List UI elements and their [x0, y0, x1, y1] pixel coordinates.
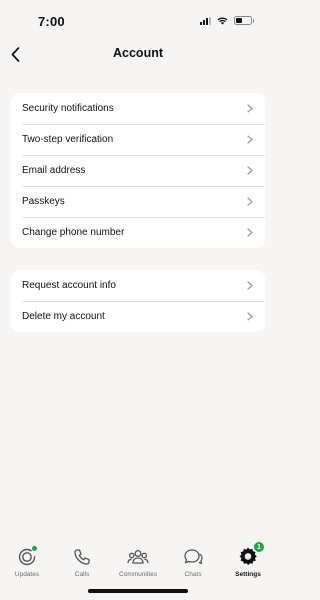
row-label: Request account info [22, 280, 116, 291]
chevron-right-icon [247, 228, 253, 237]
tab-label: Updates [14, 571, 40, 578]
battery-icon [234, 16, 254, 25]
tab-label: Communities [119, 571, 157, 578]
chevron-right-icon [247, 312, 253, 321]
row-label: Delete my account [22, 311, 105, 322]
settings-icon: 1 [237, 541, 265, 568]
email-address-row[interactable]: Email address [11, 155, 265, 186]
tab-label: Chats [184, 571, 202, 578]
chevron-right-icon [247, 104, 253, 113]
security-notifications-row[interactable]: Security notifications [11, 93, 265, 124]
change-phone-number-row[interactable]: Change phone number [11, 217, 265, 248]
row-label: Change phone number [22, 227, 125, 238]
passkeys-row[interactable]: Passkeys [11, 186, 265, 217]
communities-icon [127, 546, 149, 568]
cellular-signal-icon [200, 16, 211, 25]
row-label: Two-step verification [22, 134, 114, 145]
page-title: Account [113, 46, 163, 60]
updates-icon [16, 546, 38, 568]
tab-label: Settings [235, 571, 261, 578]
request-account-info-row[interactable]: Request account info [11, 270, 265, 301]
chevron-right-icon [247, 197, 253, 206]
tab-calls[interactable]: Calls [55, 546, 109, 578]
chats-icon [182, 546, 204, 568]
navigation-bar: Account [0, 40, 276, 68]
row-label: Email address [22, 165, 86, 176]
status-bar: 7:00 [0, 0, 276, 40]
account-data-group: Request account info Delete my account [11, 270, 265, 332]
tab-label: Calls [74, 571, 90, 578]
home-indicator [88, 589, 188, 593]
tab-communities[interactable]: Communities [111, 546, 165, 578]
notification-badge: 1 [253, 541, 265, 553]
tab-chats[interactable]: Chats [166, 546, 220, 578]
chevron-right-icon [247, 135, 253, 144]
tab-updates[interactable]: Updates [0, 546, 54, 578]
status-time: 7:00 [38, 14, 65, 29]
row-label: Passkeys [22, 196, 65, 207]
tab-settings[interactable]: 1 Settings [221, 541, 275, 578]
chevron-right-icon [247, 281, 253, 290]
wifi-icon [217, 17, 228, 25]
updates-dot [32, 546, 37, 551]
delete-my-account-row[interactable]: Delete my account [11, 301, 265, 332]
status-icons [200, 16, 254, 25]
two-step-verification-row[interactable]: Two-step verification [11, 124, 265, 155]
row-label: Security notifications [22, 103, 114, 114]
phone-icon [71, 546, 93, 568]
chevron-right-icon [247, 166, 253, 175]
account-settings-group: Security notifications Two-step verifica… [11, 93, 265, 248]
